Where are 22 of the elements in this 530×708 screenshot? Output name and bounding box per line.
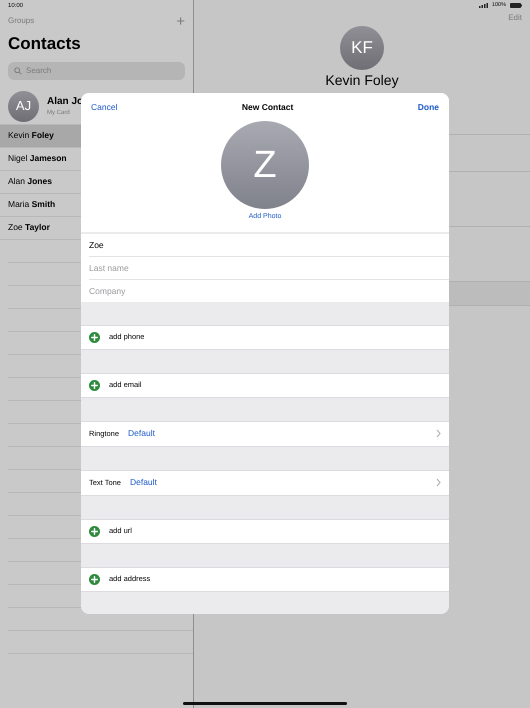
tone-value: Default: [128, 427, 155, 440]
contact-name: Kevin Foley: [325, 73, 399, 87]
cancel-button[interactable]: Cancel: [91, 100, 118, 114]
signal-icon: [478, 2, 488, 8]
search-icon: [14, 66, 22, 74]
avatar: Z: [221, 121, 309, 209]
add-icon: [89, 526, 100, 536]
text-field[interactable]: Last name: [81, 256, 449, 278]
tone-value: Default: [130, 476, 157, 489]
add-icon: [89, 332, 100, 342]
add-icon: [89, 574, 100, 584]
chevron-icon: [436, 478, 441, 487]
avatar: AJ: [8, 90, 39, 122]
add-icon: [89, 380, 100, 390]
sheet-title: New Contact: [242, 100, 294, 114]
chevron-icon: [436, 429, 441, 438]
text-field[interactable]: Company: [81, 280, 449, 302]
contacts-title: Contacts: [7, 33, 82, 55]
avatar: KF: [340, 26, 384, 70]
battery-icon: [510, 2, 522, 8]
done-button[interactable]: Done: [418, 100, 439, 114]
text-field[interactable]: Zoe: [81, 234, 449, 256]
